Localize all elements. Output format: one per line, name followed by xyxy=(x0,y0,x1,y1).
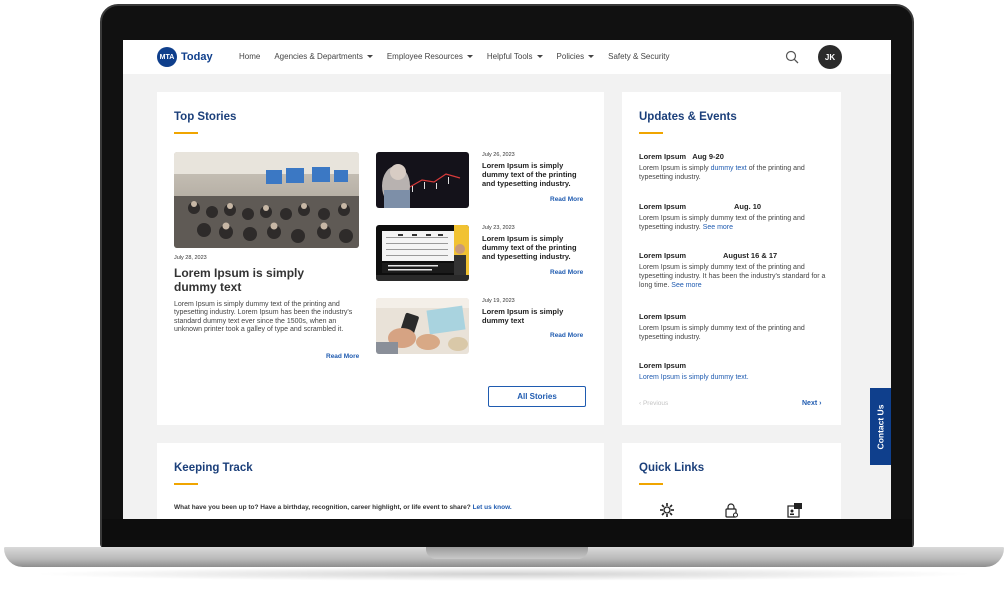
event-description: Lorem Ipsum is simply dummy text of the … xyxy=(639,264,826,289)
quick-links-title: Quick Links xyxy=(639,462,705,474)
event-item: Lorem Ipsum August 16 & 17 Lorem Ipsum i… xyxy=(639,251,829,290)
event-date: Aug. 10 xyxy=(734,202,762,211)
nav-item-employee-resources[interactable]: Employee Resources xyxy=(387,52,473,61)
top-stories-title: Top Stories xyxy=(174,111,237,123)
search-icon[interactable] xyxy=(785,50,799,64)
laptop-bezel xyxy=(102,519,912,547)
story-3-read-more-link[interactable]: Read More xyxy=(550,332,583,339)
next-button[interactable]: Next › xyxy=(802,400,821,407)
top-nav: MTA Today Home Agencies & Departments Em… xyxy=(123,40,891,74)
event-link[interactable]: Lorem Ipsum is simply dummy text. xyxy=(639,374,749,381)
all-stories-button[interactable]: All Stories xyxy=(488,386,586,407)
nav-item-policies[interactable]: Policies xyxy=(557,52,595,61)
contact-us-tab[interactable]: Contact Us xyxy=(870,388,891,465)
event-link[interactable]: dummy text xyxy=(711,165,747,172)
previous-button[interactable]: ‹ Previous xyxy=(639,400,668,407)
laptop-notch xyxy=(426,547,588,559)
contact-us-label: Contact Us xyxy=(875,404,886,449)
story-1-date: July 26, 2023 xyxy=(482,152,515,158)
event-name: Lorem Ipsum xyxy=(639,312,687,321)
event-description: Lorem Ipsum is simply dummy text. xyxy=(639,374,829,383)
event-name: Lorem Ipsum xyxy=(639,152,687,161)
event-date: Aug 9-20 xyxy=(692,152,724,161)
chevron-down-icon xyxy=(536,55,543,58)
top-stories-card: Top Stories July 28, 2023 Lorem Ipsum is… xyxy=(157,92,604,425)
logo-text: Today xyxy=(181,51,213,63)
chevron-down-icon xyxy=(466,55,473,58)
logo-badge: MTA xyxy=(157,47,177,67)
screen: MTA Today Home Agencies & Departments Em… xyxy=(123,40,891,519)
event-heading: Lorem Ipsum August 16 & 17 xyxy=(639,251,829,261)
quick-links-card: Quick Links xyxy=(622,443,841,519)
story-3-image[interactable] xyxy=(376,298,469,354)
title-accent-bar xyxy=(639,483,663,485)
event-description: Lorem Ipsum is simply dummy text of the … xyxy=(639,215,805,231)
chevron-down-icon xyxy=(366,55,373,58)
see-more-link[interactable]: See more xyxy=(671,282,701,289)
nav-item-agencies[interactable]: Agencies & Departments xyxy=(274,52,373,61)
avatar[interactable]: JK xyxy=(818,45,842,69)
featured-read-more-link[interactable]: Read More xyxy=(326,353,359,360)
event-heading: Lorem Ipsum Aug. 10 xyxy=(639,202,829,212)
updates-events-title: Updates & Events xyxy=(639,111,737,123)
keeping-track-prompt: What have you been up to? Have a birthda… xyxy=(174,504,512,511)
event-item: Lorem Ipsum Lorem Ipsum is simply dummy … xyxy=(639,312,829,343)
featured-story-image[interactable] xyxy=(174,152,359,248)
story-2-title[interactable]: Lorem Ipsum is simply dummy text of the … xyxy=(482,234,582,261)
event-heading: Lorem Ipsum xyxy=(639,361,829,371)
event-name: Lorem Ipsum xyxy=(639,202,687,211)
story-2-date: July 23, 2023 xyxy=(482,225,515,231)
nav-item-home[interactable]: Home xyxy=(239,52,260,61)
title-accent-bar xyxy=(174,132,198,134)
event-heading: Lorem Ipsum xyxy=(639,312,829,322)
story-1-read-more-link[interactable]: Read More xyxy=(550,196,583,203)
keeping-track-card: Keeping Track What have you been up to? … xyxy=(157,443,604,519)
event-item: Lorem Ipsum Aug 9-20 Lorem Ipsum is simp… xyxy=(639,152,829,183)
nav-item-safety-security[interactable]: Safety & Security xyxy=(608,52,669,61)
story-1-title[interactable]: Lorem Ipsum is simply dummy text of the … xyxy=(482,161,582,188)
featured-story-headline[interactable]: Lorem Ipsum is simply dummy text xyxy=(174,266,334,294)
title-accent-bar xyxy=(174,483,198,485)
laptop-shadow xyxy=(30,567,978,581)
story-2-image[interactable] xyxy=(376,225,469,281)
nav-item-helpful-tools[interactable]: Helpful Tools xyxy=(487,52,543,61)
lock-icon[interactable] xyxy=(723,502,739,518)
story-2-read-more-link[interactable]: Read More xyxy=(550,269,583,276)
story-3-title[interactable]: Lorem Ipsum is simply dummy text xyxy=(482,307,582,326)
updates-events-card: Updates & Events Lorem Ipsum Aug 9-20 Lo… xyxy=(622,92,841,425)
nav-menu: Home Agencies & Departments Employee Res… xyxy=(239,52,669,61)
event-date: August 16 & 17 xyxy=(723,251,778,260)
event-description: Lorem Ipsum is simply dummy text of the … xyxy=(639,165,805,181)
logo[interactable]: MTA Today xyxy=(157,47,213,67)
chevron-down-icon xyxy=(588,55,595,58)
event-item: Lorem Ipsum Lorem Ipsum is simply dummy … xyxy=(639,361,829,383)
id-card-icon[interactable] xyxy=(787,502,803,518)
event-heading: Lorem Ipsum Aug 9-20 xyxy=(639,152,829,162)
event-name: Lorem Ipsum xyxy=(639,361,687,370)
featured-story-date: July 28, 2023 xyxy=(174,255,207,261)
title-accent-bar xyxy=(639,132,663,134)
event-name: Lorem Ipsum xyxy=(639,251,687,260)
event-description: Lorem Ipsum is simply dummy text of the … xyxy=(639,325,805,341)
featured-story-body: Lorem Ipsum is simply dummy text of the … xyxy=(174,301,353,334)
event-item: Lorem Ipsum Aug. 10 Lorem Ipsum is simpl… xyxy=(639,202,829,233)
see-more-link[interactable]: See more xyxy=(703,224,733,231)
gear-icon[interactable] xyxy=(659,502,675,518)
keeping-track-title: Keeping Track xyxy=(174,462,253,474)
let-us-know-link[interactable]: Let us know. xyxy=(473,504,512,511)
story-1-image[interactable] xyxy=(376,152,469,208)
story-3-date: July 19, 2023 xyxy=(482,298,515,304)
